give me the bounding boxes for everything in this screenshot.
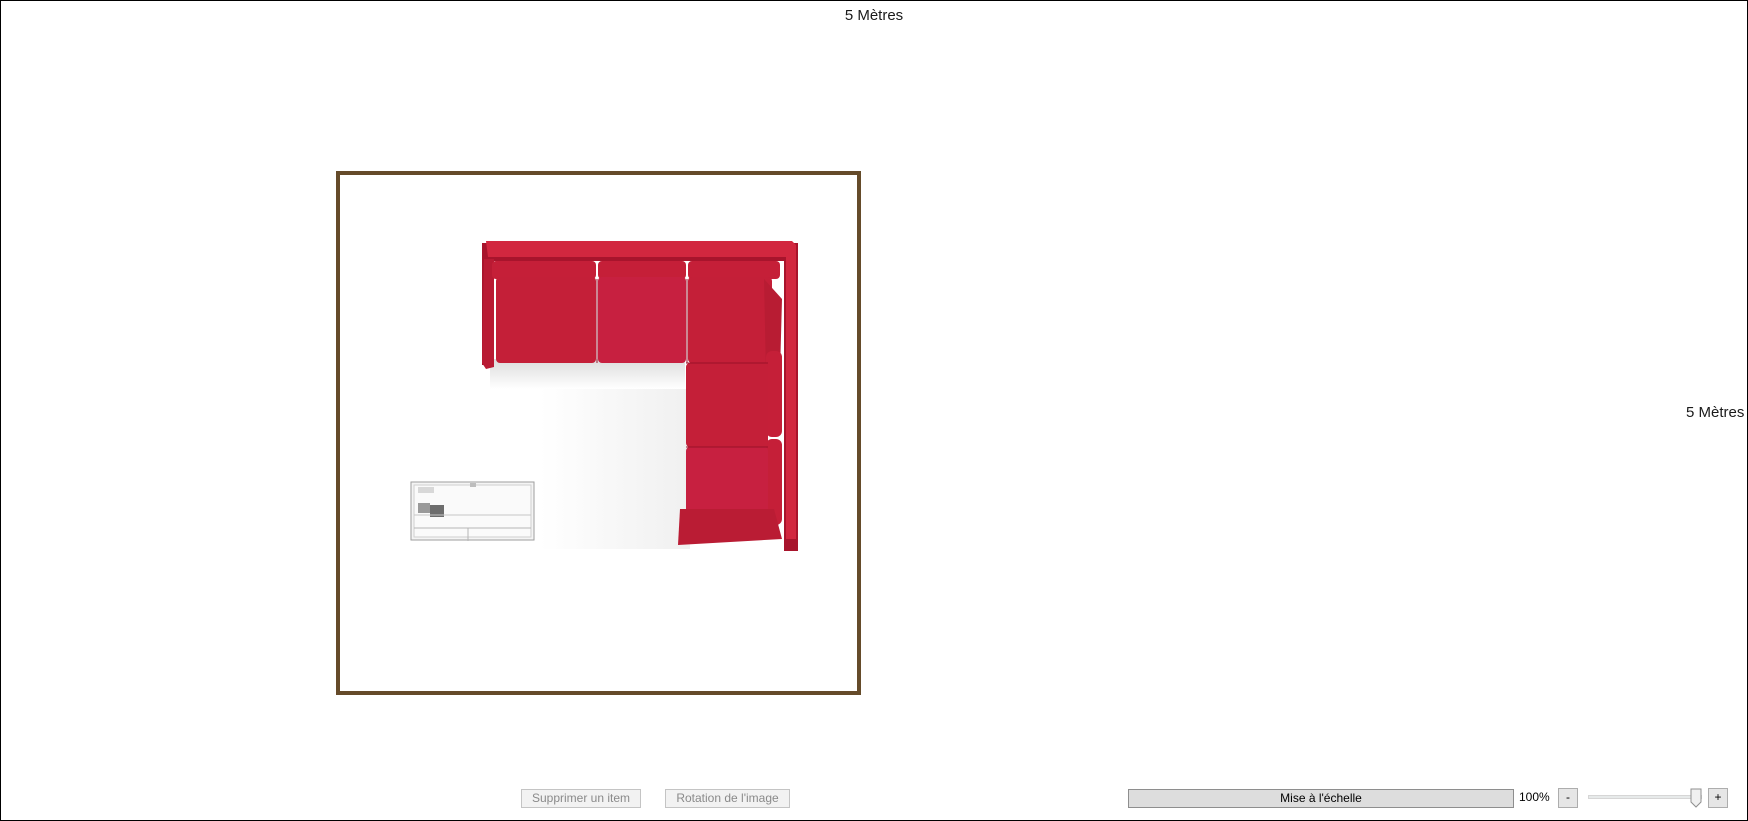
rotate-image-button[interactable]: Rotation de l'image xyxy=(665,789,790,808)
zoom-out-button[interactable]: - xyxy=(1558,788,1578,808)
table-item[interactable] xyxy=(410,481,535,543)
app-frame xyxy=(0,0,1748,821)
zoom-slider-track xyxy=(1588,795,1702,799)
zoom-slider-thumb[interactable] xyxy=(1690,788,1702,808)
zoom-in-button[interactable]: + xyxy=(1708,788,1728,808)
top-dimension-label: 5 Mètres xyxy=(844,7,904,24)
scale-button[interactable]: Mise à l'échelle xyxy=(1128,789,1514,808)
slider-thumb-icon xyxy=(1690,788,1702,808)
right-dimension-label: 5 Mètres xyxy=(1686,404,1745,421)
zoom-slider[interactable] xyxy=(1588,788,1702,808)
table-icon xyxy=(410,481,535,541)
delete-item-button[interactable]: Supprimer un item xyxy=(521,789,641,808)
zoom-level-label: 100% xyxy=(1519,790,1550,804)
